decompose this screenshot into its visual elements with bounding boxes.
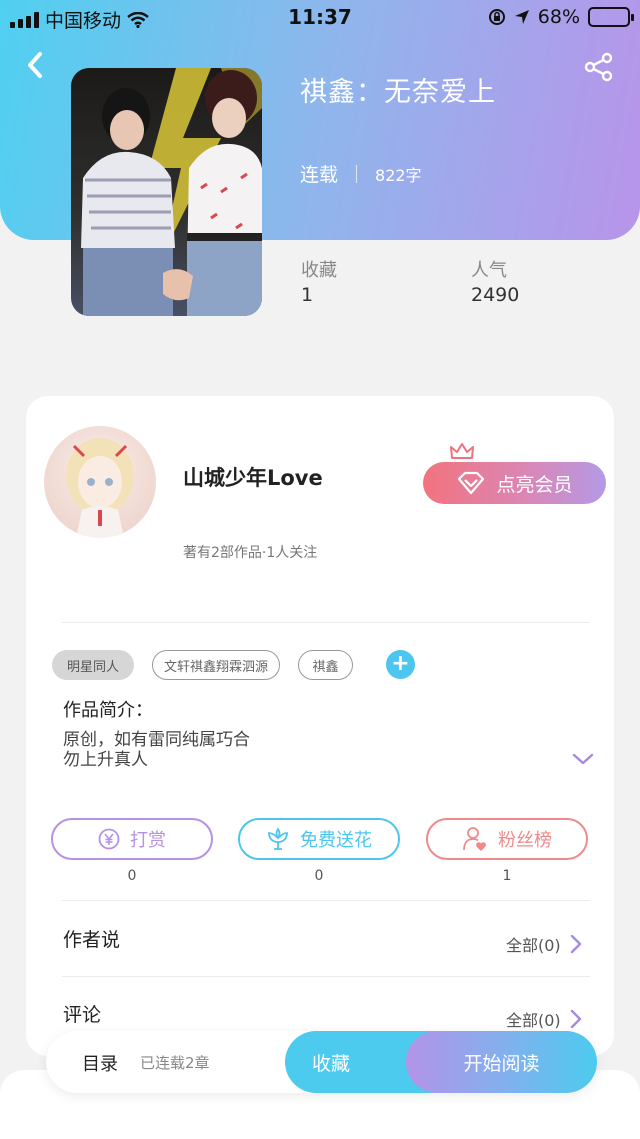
favorites-label: 收藏 (301, 260, 337, 281)
meta-divider (356, 164, 358, 183)
tag-0[interactable]: 明星同人 (52, 650, 134, 680)
chevron-down-icon[interactable] (572, 752, 594, 766)
book-title: 祺鑫：无奈爱上 (300, 77, 496, 108)
toc-button[interactable]: 目录 (82, 1050, 118, 1076)
avatar-illustration (66, 438, 134, 538)
divider (62, 976, 590, 977)
add-tag-button[interactable]: + (386, 650, 415, 679)
tip-button-label: 打赏 (130, 830, 166, 851)
divider (62, 622, 590, 623)
crown-icon (450, 443, 474, 459)
vip-button[interactable]: 点亮会员 (423, 462, 606, 504)
chevron-right-icon (570, 934, 581, 954)
back-icon[interactable] (22, 48, 50, 82)
diamond-icon (458, 471, 485, 495)
tag-1[interactable]: 文轩祺鑫翔霖泗源 (152, 650, 280, 680)
battery-icon (588, 7, 634, 27)
send-flower-button[interactable]: 免费送花 (238, 818, 400, 860)
author-says-all-label: 全部(0) (506, 936, 561, 955)
author-avatar[interactable] (44, 426, 156, 538)
favorite-button-label: 收藏 (311, 1052, 350, 1075)
divider (62, 900, 590, 901)
fan-ranking-button[interactable]: 粉丝榜 (426, 818, 588, 860)
user-heart-icon (463, 827, 486, 851)
rotation-lock-icon (488, 9, 505, 25)
serial-chapters: 已连载2章 (140, 1054, 210, 1072)
comments-all-label: 全部(0) (506, 1011, 561, 1030)
book-meta: 连载 822字 (300, 160, 422, 187)
intro-label: 作品简介： (63, 700, 153, 721)
author-says-title: 作者说 (63, 929, 121, 951)
popularity-label: 人气 (471, 260, 507, 281)
popularity-value: 2490 (471, 284, 520, 306)
yen-icon (98, 828, 120, 850)
intro-line-2: 勿上升真人 (63, 750, 148, 770)
status-bar: 中国移动 11:37 68% (0, 0, 640, 36)
start-reading-button[interactable]: 开始阅读 (406, 1031, 597, 1093)
author-says-all-link[interactable]: 全部(0) (506, 932, 583, 956)
author-name[interactable]: 山城少年Love (183, 462, 323, 492)
book-cover[interactable] (71, 68, 262, 316)
comments-all-link[interactable]: 全部(0) (506, 1007, 583, 1031)
flower-icon (268, 828, 288, 850)
flower-count: 0 (314, 868, 324, 884)
battery-percent: 68% (537, 6, 580, 28)
send-flower-label: 免费送花 (300, 830, 372, 851)
tag-2[interactable]: 祺鑫 (298, 650, 353, 680)
chevron-right-icon (570, 1009, 581, 1029)
fan-count: 1 (502, 868, 512, 884)
comments-title: 评论 (63, 1004, 102, 1026)
start-reading-label: 开始阅读 (463, 1052, 540, 1075)
tip-button[interactable]: 打赏 (51, 818, 213, 860)
intro-line-1: 原创，如有雷同纯属巧合 (63, 730, 250, 750)
location-icon (514, 10, 529, 24)
favorites-value: 1 (301, 284, 314, 306)
vip-button-label: 点亮会员 (496, 473, 573, 496)
share-icon[interactable] (584, 52, 614, 82)
intro-text: 原创，如有雷同纯属巧合 勿上升真人 (63, 730, 250, 770)
word-count: 822字 (375, 165, 422, 185)
cover-photo (81, 68, 262, 316)
author-meta: 著有2部作品·1人关注 (183, 545, 318, 561)
serial-status: 连载 (300, 164, 339, 186)
tip-count: 0 (127, 868, 137, 884)
fan-ranking-label: 粉丝榜 (498, 830, 552, 851)
